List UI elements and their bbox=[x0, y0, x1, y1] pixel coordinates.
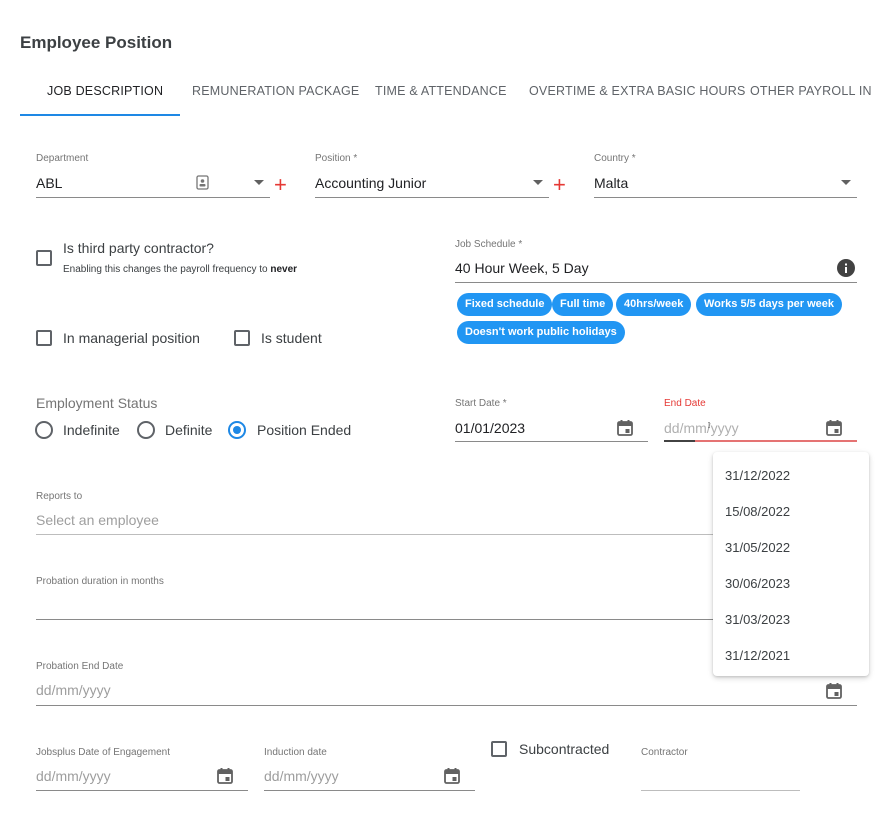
third-party-note-text: Enabling this changes the payroll freque… bbox=[63, 264, 268, 275]
schedule-chip: Works 5/5 days per week bbox=[696, 293, 843, 316]
suggestion-item[interactable]: 31/05/2022 bbox=[725, 540, 790, 555]
suggestion-item[interactable]: 31/03/2023 bbox=[725, 612, 790, 627]
probation-end-label: Probation End Date bbox=[36, 661, 124, 672]
third-party-checkbox[interactable] bbox=[36, 250, 52, 266]
tab-job-description[interactable]: JOB DESCRIPTION bbox=[47, 68, 163, 116]
chevron-down-icon[interactable] bbox=[533, 180, 543, 185]
radio-position-ended[interactable] bbox=[228, 421, 246, 439]
managerial-checkbox[interactable] bbox=[36, 330, 52, 346]
induction-label: Induction date bbox=[264, 747, 327, 758]
start-date-label: Start Date * bbox=[455, 398, 507, 409]
reports-to-input[interactable]: Select an employee bbox=[36, 512, 159, 528]
contact-card-icon[interactable] bbox=[196, 175, 209, 190]
suggestion-item[interactable]: 15/08/2022 bbox=[725, 504, 790, 519]
third-party-note-bold: never bbox=[270, 264, 298, 275]
reports-to-label: Reports to bbox=[36, 491, 83, 502]
probation-end-input[interactable]: dd/mm/yyyy bbox=[36, 682, 111, 698]
subcontracted-label: Subcontracted bbox=[519, 741, 610, 757]
end-date-input[interactable]: dd/mm/yyyy bbox=[664, 420, 739, 436]
calendar-icon[interactable] bbox=[443, 767, 461, 785]
tab-remuneration-package[interactable]: REMUNERATION PACKAGE bbox=[192, 68, 359, 116]
chevron-down-icon[interactable] bbox=[254, 180, 264, 185]
probation-duration-label: Probation duration in months bbox=[36, 576, 164, 587]
text-cursor-icon bbox=[708, 422, 710, 428]
job-schedule-label: Job Schedule * bbox=[455, 239, 523, 250]
position-label: Position * bbox=[315, 153, 358, 164]
radio-indefinite[interactable] bbox=[35, 421, 53, 439]
induction-underline bbox=[264, 790, 475, 791]
student-checkbox[interactable] bbox=[234, 330, 250, 346]
start-date-value[interactable]: 01/01/2023 bbox=[455, 420, 525, 436]
tab-time-attendance[interactable]: TIME & ATTENDANCE bbox=[375, 68, 507, 116]
contractor-label: Contractor bbox=[641, 747, 688, 758]
third-party-label: Is third party contractor? bbox=[63, 240, 214, 256]
tab-overtime[interactable]: OVERTIME & EXTRA BASIC HOURS bbox=[529, 68, 746, 116]
department-underline bbox=[36, 197, 270, 198]
jobsplus-input[interactable]: dd/mm/yyyy bbox=[36, 768, 111, 784]
country-value[interactable]: Malta bbox=[594, 175, 628, 191]
job-schedule-value[interactable]: 40 Hour Week, 5 Day bbox=[455, 260, 589, 276]
employment-status-title: Employment Status bbox=[36, 395, 158, 411]
suggestion-item[interactable]: 31/12/2022 bbox=[725, 468, 790, 483]
position-value[interactable]: Accounting Junior bbox=[315, 175, 426, 191]
calendar-icon[interactable] bbox=[616, 419, 634, 437]
chevron-down-icon[interactable] bbox=[841, 180, 851, 185]
end-date-underline-focus bbox=[664, 440, 695, 442]
radio-definite[interactable] bbox=[137, 421, 155, 439]
country-label: Country * bbox=[594, 153, 636, 164]
schedule-chip: 40hrs/week bbox=[616, 293, 692, 316]
jobsplus-label: Jobsplus Date of Engagement bbox=[36, 747, 170, 758]
end-date-suggestions-dropdown: 31/12/2022 15/08/2022 31/05/2022 30/06/2… bbox=[713, 452, 869, 676]
page-title: Employee Position bbox=[20, 33, 173, 52]
managerial-label: In managerial position bbox=[63, 330, 200, 346]
calendar-icon[interactable] bbox=[825, 419, 843, 437]
add-position-plus-icon[interactable]: + bbox=[553, 174, 566, 196]
department-label: Department bbox=[36, 153, 89, 164]
student-label: Is student bbox=[261, 330, 322, 346]
start-date-underline bbox=[455, 441, 648, 442]
active-tab-indicator bbox=[20, 114, 180, 116]
third-party-note: Enabling this changes the payroll freque… bbox=[63, 264, 297, 275]
contractor-underline bbox=[641, 790, 800, 791]
calendar-icon[interactable] bbox=[216, 767, 234, 785]
radio-indefinite-label: Indefinite bbox=[63, 422, 120, 438]
probation-end-underline bbox=[36, 705, 857, 706]
radio-definite-label: Definite bbox=[165, 422, 213, 438]
schedule-chip: Fixed schedule bbox=[457, 293, 553, 316]
subcontracted-checkbox[interactable] bbox=[491, 741, 507, 757]
job-schedule-underline bbox=[455, 282, 857, 283]
position-underline bbox=[315, 197, 549, 198]
radio-position-ended-label: Position Ended bbox=[257, 422, 352, 438]
department-value[interactable]: ABL bbox=[36, 175, 62, 191]
calendar-icon[interactable] bbox=[825, 682, 843, 700]
schedule-chip: Doesn't work public holidays bbox=[457, 321, 625, 344]
suggestion-item[interactable]: 31/12/2021 bbox=[725, 648, 790, 663]
tab-other-payroll-info[interactable]: OTHER PAYROLL INFO bbox=[750, 68, 872, 116]
jobsplus-underline bbox=[36, 790, 248, 791]
info-icon[interactable] bbox=[837, 259, 855, 277]
suggestion-item[interactable]: 30/06/2023 bbox=[725, 576, 790, 591]
tab-bar: JOB DESCRIPTION REMUNERATION PACKAGE TIM… bbox=[20, 68, 872, 116]
add-department-plus-icon[interactable]: + bbox=[274, 174, 287, 196]
country-underline bbox=[594, 197, 857, 198]
end-date-label: End Date bbox=[664, 398, 706, 409]
induction-input[interactable]: dd/mm/yyyy bbox=[264, 768, 339, 784]
schedule-chip: Full time bbox=[552, 293, 614, 316]
